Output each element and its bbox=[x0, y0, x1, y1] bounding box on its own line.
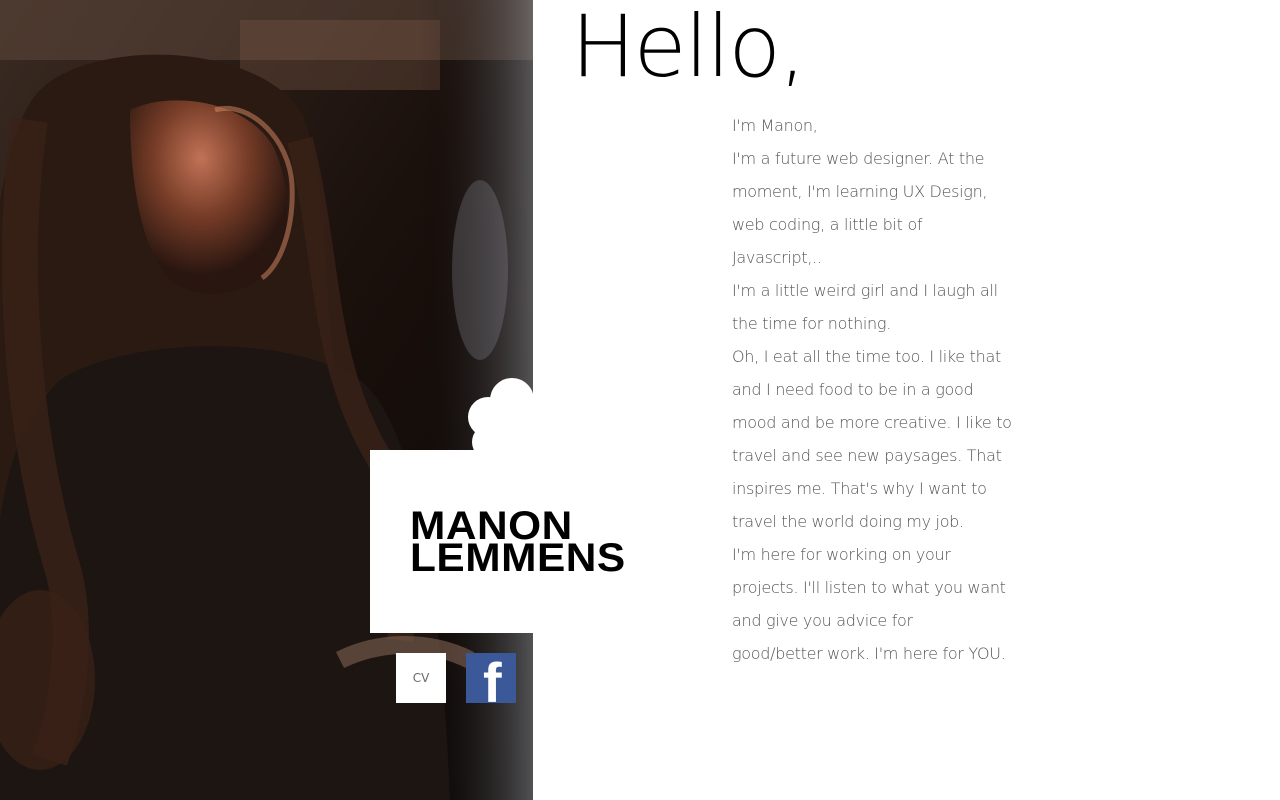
portrait-photo bbox=[0, 0, 533, 800]
bio-line: travel the world doing my job. bbox=[732, 512, 964, 531]
bio-line: and give you advice for bbox=[732, 611, 913, 630]
cloud-decoration bbox=[468, 378, 540, 454]
facebook-button[interactable]: f bbox=[466, 653, 516, 703]
bio-line: I'm here for working on your bbox=[732, 545, 951, 564]
bio-line: I'm a future web designer. At the bbox=[732, 149, 985, 168]
bio-line: travel and see new paysages. That bbox=[732, 446, 1002, 465]
greeting-heading: Hello, bbox=[571, 0, 806, 97]
bio-line: inspires me. That's why I want to bbox=[732, 479, 987, 498]
cv-button[interactable]: CV bbox=[396, 653, 446, 703]
bio-line: Oh, I eat all the time too. I like that bbox=[732, 347, 1001, 366]
bio-line: and I need food to be in a good bbox=[732, 380, 974, 399]
bio-line: good/better work. I'm here for YOU. bbox=[732, 644, 1006, 663]
bio-line: mood and be more creative. I like to bbox=[732, 413, 1012, 432]
bio-text: I'm Manon, I'm a future web designer. At… bbox=[732, 109, 1032, 670]
bio-line: I'm Manon, bbox=[732, 116, 818, 135]
bio-line: moment, I'm learning UX Design, bbox=[732, 182, 988, 201]
bio-line: web coding, a little bit of bbox=[732, 215, 923, 234]
bio-line: projects. I'll listen to what you want bbox=[732, 578, 1006, 597]
bio-line: the time for nothing. bbox=[732, 314, 891, 333]
facebook-icon: f bbox=[483, 653, 502, 704]
name-card: MANON LEMMENS bbox=[370, 450, 632, 633]
last-name: LEMMENS bbox=[410, 536, 626, 580]
portrait-illustration bbox=[0, 0, 533, 800]
bio-line: I'm a little weird girl and I laugh all bbox=[732, 281, 998, 300]
bio-line: Javascript,.. bbox=[732, 248, 822, 267]
